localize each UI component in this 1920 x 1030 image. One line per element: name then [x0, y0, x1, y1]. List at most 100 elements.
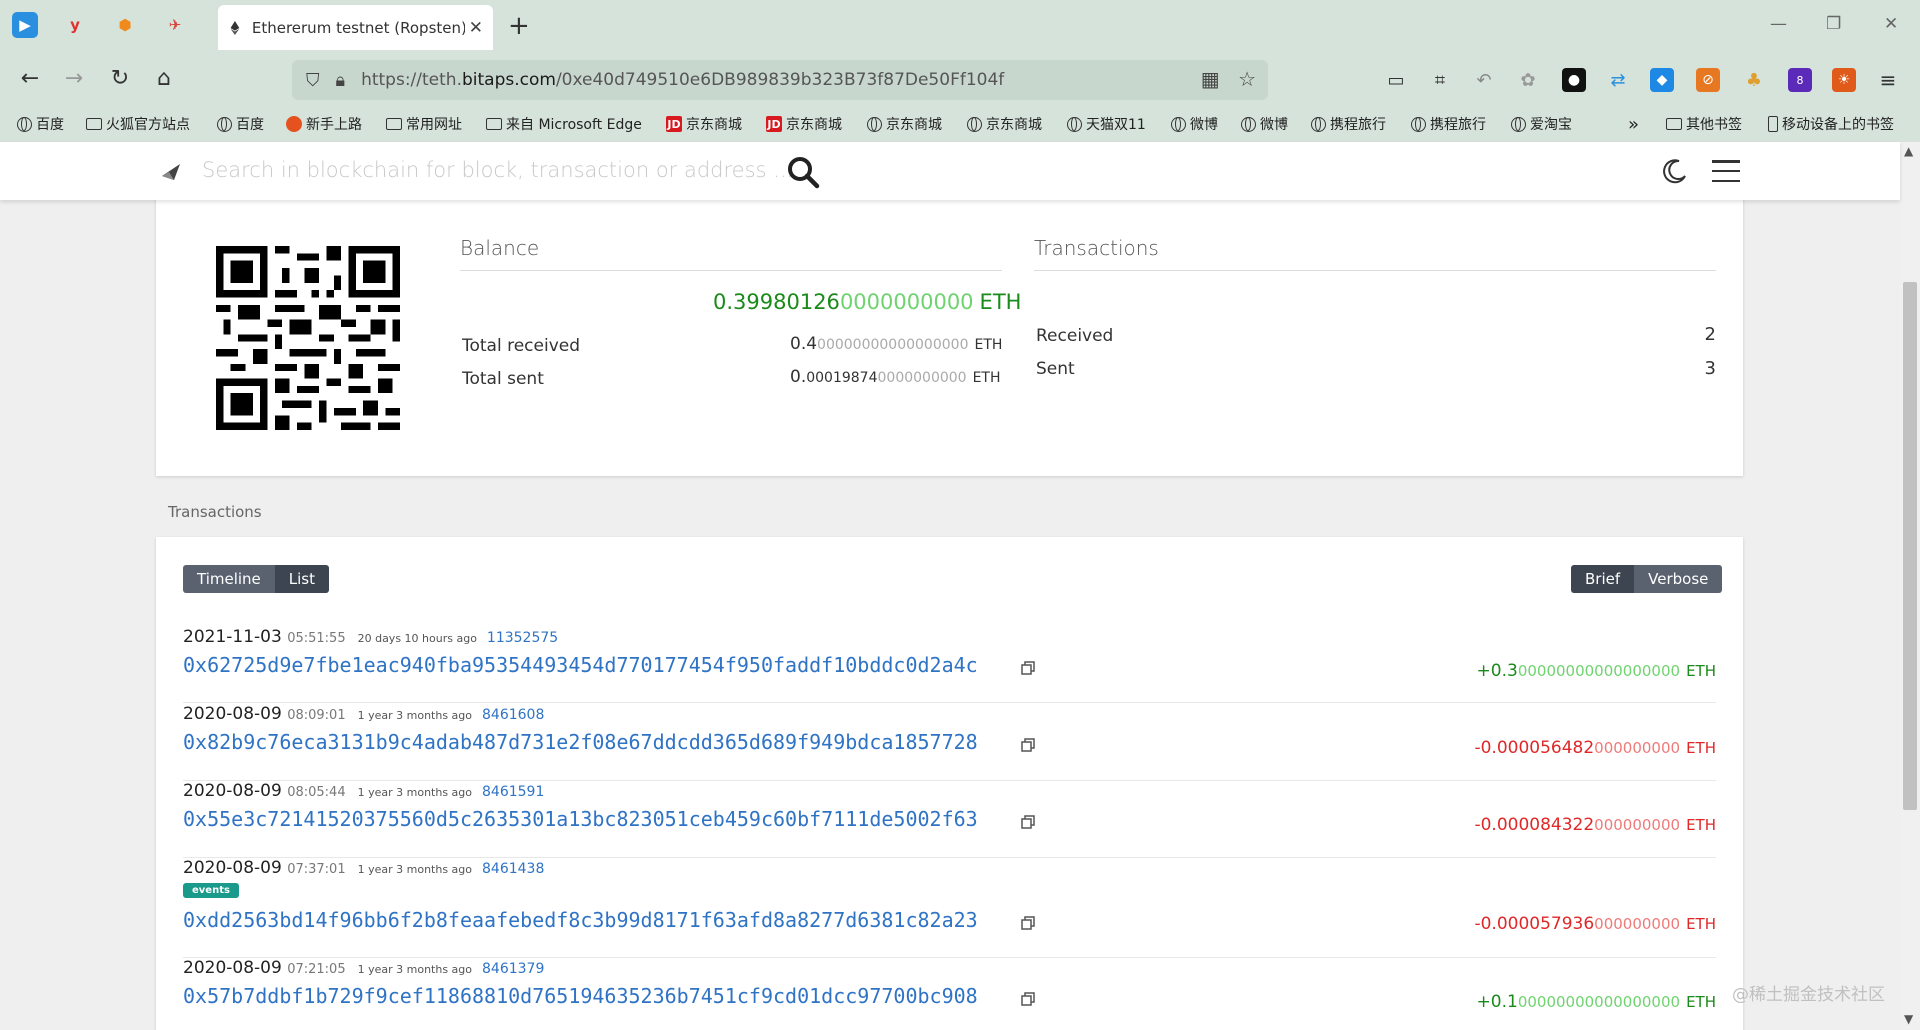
- tx-hash-link[interactable]: 0xdd2563bd14f96bb6f2b8feaafebedf8c3b99d8…: [183, 908, 978, 932]
- transactions-summary-title: Transactions: [1034, 236, 1716, 271]
- bookmark-item[interactable]: 新手上路: [286, 114, 362, 134]
- bookmarks-overflow-icon[interactable]: »: [1628, 114, 1639, 135]
- globe-icon: [1310, 116, 1326, 132]
- bookmark-item[interactable]: 携程旅行: [1410, 114, 1486, 134]
- mobile-bookmarks[interactable]: 移动设备上的书签: [1768, 114, 1894, 134]
- site-header: Search in blockchain for block, transact…: [0, 142, 1900, 200]
- tab-title: Ethererum testnet (Ropsten) a: [251, 18, 465, 37]
- search-input[interactable]: Search in blockchain for block, transact…: [202, 158, 793, 182]
- transaction-row: 2020-08-09 07:21:05 1 year 3 months ago 84…: [183, 958, 1716, 1030]
- address-bar[interactable]: ⛉ 🔒︎ https://teth.bitaps.com/0xe40d74951…: [292, 60, 1268, 100]
- back-icon[interactable]: ←: [16, 66, 44, 92]
- sent-label: Sent: [1036, 359, 1075, 379]
- bookmark-item[interactable]: 爱淘宝: [1510, 114, 1572, 134]
- pinned-tab-bird-icon[interactable]: ✈: [162, 12, 188, 38]
- crop-icon[interactable]: ⌗: [1428, 68, 1452, 92]
- events-badge[interactable]: events: [183, 883, 239, 898]
- globe-icon: [216, 116, 232, 132]
- forward-icon[interactable]: →: [60, 66, 88, 92]
- bookmark-item[interactable]: 京东商城: [966, 114, 1042, 134]
- globe-icon: [1410, 116, 1426, 132]
- extension-orange-icon[interactable]: ☀: [1832, 68, 1856, 92]
- globe-icon: [966, 116, 982, 132]
- home-icon[interactable]: ⌂: [150, 66, 178, 92]
- scroll-up-icon[interactable]: ▲: [1904, 144, 1913, 158]
- sync-extension-icon[interactable]: ⇄: [1606, 68, 1630, 92]
- other-bookmarks[interactable]: 其他书签: [1666, 114, 1742, 134]
- block-extension-icon[interactable]: ⊘: [1696, 68, 1720, 92]
- tx-hash-link[interactable]: 0x82b9c76eca3131b9c4adab487d731e2f08e67d…: [183, 730, 978, 754]
- reload-icon[interactable]: ↻: [106, 66, 134, 92]
- qr-code-icon[interactable]: ▦: [1201, 67, 1220, 91]
- bookmark-star-icon[interactable]: ☆: [1238, 67, 1256, 91]
- globe-icon: [866, 116, 882, 132]
- copy-icon[interactable]: [1021, 661, 1035, 675]
- block-link[interactable]: 8461608: [482, 707, 544, 723]
- bitaps-logo-icon[interactable]: [160, 162, 182, 182]
- bookmark-item[interactable]: 微博: [1240, 114, 1288, 134]
- globe-icon: [1510, 116, 1526, 132]
- bookmark-item[interactable]: 微博: [1170, 114, 1218, 134]
- bookmark-item[interactable]: 常用网址: [386, 114, 462, 134]
- timeline-button[interactable]: Timeline: [183, 565, 275, 593]
- tx-hash-link[interactable]: 0x62725d9e7fbe1eac940fba95354493454d7701…: [183, 653, 978, 677]
- bookmark-item[interactable]: 来自 Microsoft Edge: [486, 114, 642, 134]
- bookmark-item[interactable]: 天猫双11: [1066, 114, 1146, 134]
- tx-hash-link[interactable]: 0x57b7ddbf1b729f9cef11868810d76519463523…: [183, 984, 978, 1008]
- new-tab-icon[interactable]: +: [508, 12, 530, 40]
- restore-icon[interactable]: ❐: [1826, 14, 1841, 34]
- sent-count: 3: [1704, 358, 1716, 379]
- transactions-card: Timeline List Brief Verbose 2021-11-03 0…: [156, 537, 1743, 1030]
- bookmark-item[interactable]: 京东商城: [866, 114, 942, 134]
- scroll-down-icon[interactable]: ▼: [1904, 1012, 1913, 1026]
- reader-view-icon[interactable]: ▭: [1384, 68, 1408, 92]
- bookmark-item[interactable]: JD 京东商城: [766, 114, 842, 134]
- copy-icon[interactable]: [1021, 916, 1035, 930]
- copy-icon[interactable]: [1021, 815, 1035, 829]
- copy-icon[interactable]: [1021, 738, 1035, 752]
- dark-mode-moon-icon[interactable]: [1662, 158, 1688, 184]
- minimize-icon[interactable]: —: [1770, 14, 1787, 34]
- transaction-row: 2020-08-09 07:37:01 1 year 3 months ago 84…: [183, 858, 1716, 958]
- settings-extension-icon[interactable]: ✿: [1516, 68, 1540, 92]
- bookmark-item[interactable]: JD 京东商城: [666, 114, 742, 134]
- pinned-tab-hexagon-icon[interactable]: ⬢: [112, 12, 138, 38]
- bookmark-item[interactable]: 百度: [16, 114, 64, 134]
- pinned-tab-y-icon[interactable]: y: [62, 12, 88, 38]
- lock-icon[interactable]: 🔒︎: [336, 70, 346, 91]
- block-link[interactable]: 11352575: [487, 630, 558, 646]
- search-icon[interactable]: [786, 155, 820, 189]
- tx-amount: -0.000057936000000000 ETH: [1474, 914, 1716, 934]
- brief-button[interactable]: Brief: [1571, 565, 1635, 593]
- extension-purple-icon[interactable]: 8: [1788, 68, 1812, 92]
- ethereum-icon: [230, 20, 240, 35]
- tx-meta: 2021-11-03 05:51:55 20 days 10 hours ago 1…: [183, 627, 559, 647]
- tab-ethereum-testnet[interactable]: Ethererum testnet (Ropsten) a ✕: [218, 5, 493, 50]
- verbose-button[interactable]: Verbose: [1634, 565, 1723, 593]
- list-button[interactable]: List: [274, 565, 330, 593]
- block-link[interactable]: 8461591: [482, 784, 544, 800]
- block-link[interactable]: 8461379: [482, 961, 544, 977]
- close-tab-icon[interactable]: ✕: [469, 18, 483, 38]
- shield-icon[interactable]: ⛉: [306, 70, 320, 91]
- undo-icon[interactable]: ↶: [1472, 68, 1496, 92]
- tx-amount: +0.100000000000000000 ETH: [1476, 992, 1716, 1012]
- url-text[interactable]: https://teth.bitaps.com/0xe40d749510e6DB…: [361, 70, 1004, 90]
- extension-dark-icon[interactable]: ●: [1562, 68, 1586, 92]
- scrollbar-thumb[interactable]: [1903, 282, 1917, 810]
- bookmark-item[interactable]: 百度: [216, 114, 264, 134]
- bookmark-item[interactable]: 携程旅行: [1310, 114, 1386, 134]
- transaction-row: 2020-08-09 08:05:44 1 year 3 months ago 84…: [183, 781, 1716, 858]
- pinned-tab-video-icon[interactable]: ▶: [12, 12, 38, 38]
- tx-hash-link[interactable]: 0x55e3c72141520375560d5c2635301a13bc8230…: [183, 807, 978, 831]
- extension-figure-icon[interactable]: ♣: [1742, 68, 1766, 92]
- globe-icon: [16, 116, 32, 132]
- bookmark-item[interactable]: 火狐官方站点: [86, 114, 190, 134]
- menu-icon[interactable]: [1712, 160, 1740, 182]
- app-menu-icon[interactable]: ≡: [1876, 68, 1900, 92]
- window-close-icon[interactable]: ✕: [1884, 14, 1898, 34]
- extension-blue-icon[interactable]: ◆: [1650, 68, 1674, 92]
- block-link[interactable]: 8461438: [482, 861, 544, 877]
- page-scrollbar[interactable]: ▲ ▼: [1900, 142, 1920, 1030]
- copy-icon[interactable]: [1021, 992, 1035, 1006]
